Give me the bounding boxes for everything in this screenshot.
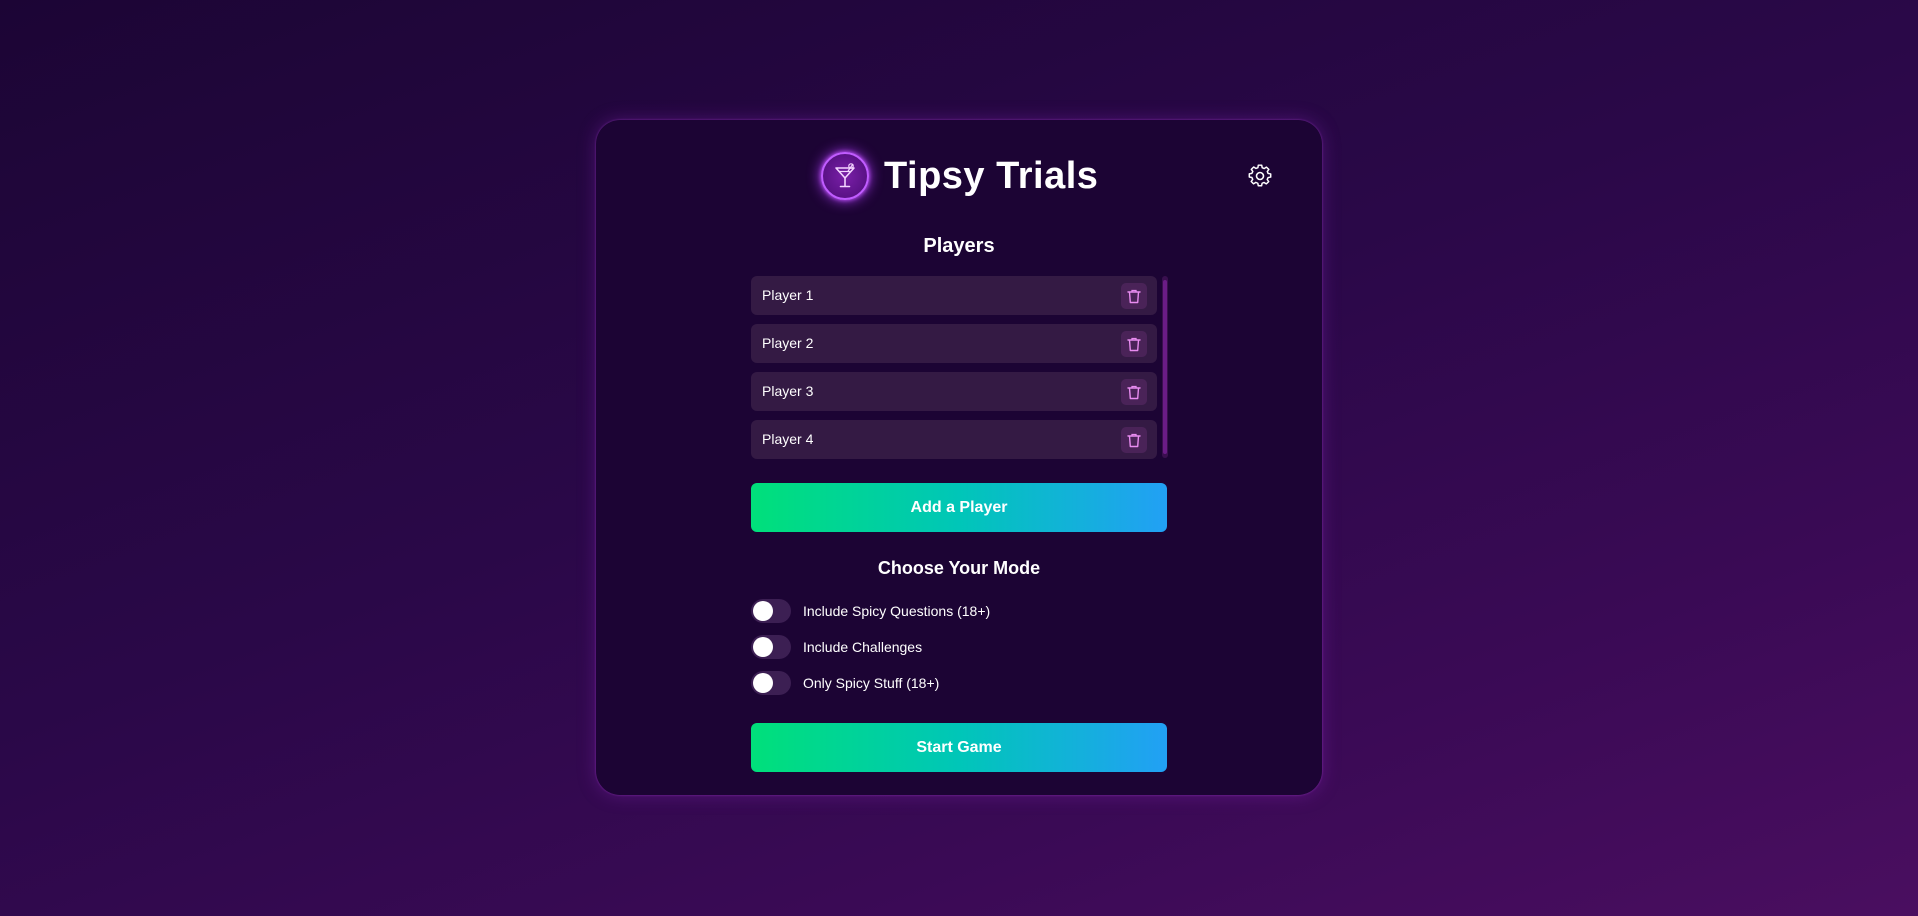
logo — [821, 152, 869, 200]
mode-option-challenges: Include Challenges — [751, 635, 1171, 659]
delete-player-button[interactable] — [1121, 427, 1147, 453]
header: Tipsy Trials — [596, 120, 1322, 230]
player-row: Player 3 — [751, 372, 1157, 411]
player-name: Player 4 — [762, 431, 814, 447]
gear-icon — [1248, 164, 1272, 187]
player-name: Player 3 — [762, 383, 814, 399]
toggle-label: Include Challenges — [803, 639, 923, 655]
toggle-knob — [753, 601, 773, 621]
mode-heading: Choose Your Mode — [877, 558, 1041, 578]
delete-player-button[interactable] — [1121, 331, 1147, 357]
start-game-button[interactable]: Start Game — [751, 723, 1167, 772]
mode-option-spicy-questions: Include Spicy Questions (18+) — [751, 599, 1171, 623]
trash-icon — [1127, 289, 1141, 303]
app-title: Tipsy Trials — [884, 155, 1099, 197]
delete-player-button[interactable] — [1121, 283, 1147, 309]
players-heading: Players — [923, 235, 995, 257]
player-name: Player 1 — [762, 287, 814, 303]
player-list: Player 1 Player 2 Player 3 Player 4 — [751, 276, 1168, 459]
toggle-knob — [753, 673, 773, 693]
spicy-questions-toggle[interactable] — [751, 599, 791, 623]
toggle-knob — [753, 637, 773, 657]
setup-card: Tipsy Trials Players Player 1 Player 2 P… — [596, 120, 1322, 795]
scrollbar-thumb[interactable] — [1163, 280, 1167, 454]
mode-option-only-spicy: Only Spicy Stuff (18+) — [751, 671, 1171, 695]
toggle-label: Only Spicy Stuff (18+) — [803, 675, 940, 691]
trash-icon — [1127, 337, 1141, 351]
player-list-scrollbar[interactable] — [1162, 276, 1168, 458]
toggle-label: Include Spicy Questions (18+) — [803, 603, 991, 619]
player-row: Player 4 — [751, 420, 1157, 459]
only-spicy-toggle[interactable] — [751, 671, 791, 695]
trash-icon — [1127, 433, 1141, 447]
player-row: Player 2 — [751, 324, 1157, 363]
cocktail-glass-icon — [835, 163, 855, 188]
add-player-button[interactable]: Add a Player — [751, 483, 1167, 532]
player-name: Player 2 — [762, 335, 814, 351]
delete-player-button[interactable] — [1121, 379, 1147, 405]
settings-button[interactable] — [1248, 164, 1272, 188]
challenges-toggle[interactable] — [751, 635, 791, 659]
trash-icon — [1127, 385, 1141, 399]
player-row: Player 1 — [751, 276, 1157, 315]
